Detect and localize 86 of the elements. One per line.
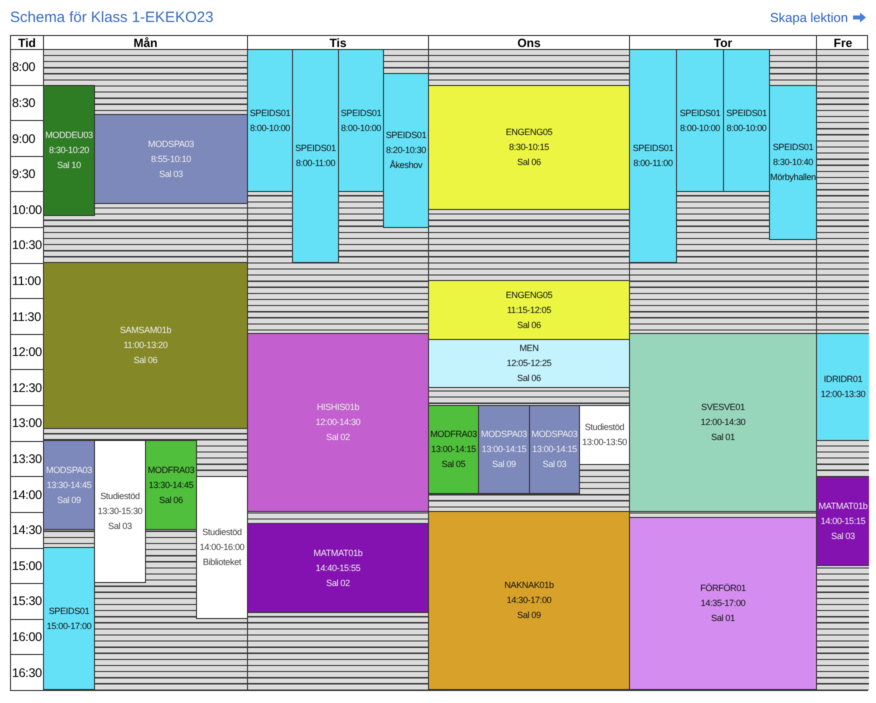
time-range: 8:00-10:00 <box>250 122 290 134</box>
time-range: 8:55-10:10 <box>150 152 192 166</box>
course-code: IDRIDR01 <box>824 373 862 386</box>
column-header: Tid <box>11 36 43 50</box>
time-range: 14:35-17:00 <box>700 597 746 610</box>
course-code: SPEIDS01 <box>726 106 767 120</box>
time-range: 12:05-12:25 <box>506 357 552 370</box>
room-label: Sal 03 <box>542 458 566 471</box>
course-code: Studiestöd <box>100 490 140 503</box>
course-code: MODSPA03 <box>148 138 194 150</box>
room-label: Sal 10 <box>57 159 81 172</box>
course-code: MODSPA03 <box>532 428 578 441</box>
room-label: Sal 01 <box>711 431 735 444</box>
room-label: Sal 06 <box>517 156 541 169</box>
room-label: Sal 03 <box>108 520 132 533</box>
time-range: 13:00-13:50 <box>582 436 627 449</box>
course-code: SPEIDS01 <box>340 106 382 120</box>
time-range: 12:00-13:30 <box>820 388 866 401</box>
room-label: Sal 09 <box>492 458 516 471</box>
room-label: Sal 09 <box>517 609 541 622</box>
time-range: 13:00-14:15 <box>482 443 526 456</box>
course-code: MODFRA03 <box>148 464 194 476</box>
room-label: Sal 06 <box>134 354 158 367</box>
room-label: Sal 05 <box>442 458 466 471</box>
time-range: 13:00-14:15 <box>532 443 577 456</box>
time-range: 14:30-17:00 <box>506 594 552 607</box>
time-range: 14:00-15:15 <box>820 514 866 528</box>
course-code: SPEIDS01 <box>48 604 90 618</box>
course-code: NAKNAK01b <box>504 579 554 592</box>
course-code: Studiestöd <box>584 421 624 434</box>
time-range: 11:00-13:20 <box>123 339 168 352</box>
course-code: SPEIDS01 <box>295 142 336 155</box>
room-label: Sal 01 <box>711 612 735 625</box>
course-code: SPEIDS01 <box>680 106 720 120</box>
time-range: 13:00-14:15 <box>431 443 476 456</box>
time-range: 13:30-14:45 <box>46 478 92 492</box>
course-code: SAMSAM01b <box>120 324 172 337</box>
room-label: Biblioteket <box>202 556 242 569</box>
course-code: ENGENG05 <box>506 288 552 302</box>
course-code: MATMAT01b <box>314 546 362 560</box>
room-label: Sal 03 <box>159 168 183 180</box>
room-label: Sal 02 <box>326 431 350 444</box>
course-code: SPEIDS01 <box>386 129 426 142</box>
room-label: Sal 06 <box>517 372 541 385</box>
course-code: MODSPA03 <box>46 464 92 476</box>
time-range: 8:30-10:40 <box>772 156 814 169</box>
time-range: 12:00-14:30 <box>316 416 360 429</box>
course-code: SPEIDS01 <box>250 106 290 120</box>
course-code: MODDEU03 <box>45 129 93 142</box>
time-range: 8:00-11:00 <box>633 157 673 170</box>
room-label: Åkeshov <box>390 159 422 172</box>
arrow-icon <box>853 12 866 23</box>
time-range: 13:30-14:45 <box>148 478 194 492</box>
time-range: 14:40-15:55 <box>316 562 360 574</box>
room-label: Sal 06 <box>517 318 541 332</box>
course-code: SPEIDS01 <box>632 142 674 155</box>
room-label: Sal 09 <box>57 494 81 506</box>
room-label: Sal 03 <box>831 530 855 542</box>
course-code: MEN <box>519 342 539 355</box>
room-label: Sal 02 <box>326 576 350 590</box>
time-range: 14:00-16:00 <box>200 541 244 554</box>
time-range: 15:00-17:00 <box>46 620 92 632</box>
time-range: 8:30-10:20 <box>48 144 90 157</box>
create-lesson-link[interactable]: Skapa lektion <box>770 10 866 25</box>
time-label: 16:30 <box>11 664 43 682</box>
course-code: MATMAT01b <box>818 500 868 512</box>
room-label: Sal 06 <box>159 494 183 506</box>
course-code: SVESVE01 <box>701 401 745 414</box>
time-range: 8:30-10:15 <box>508 141 550 154</box>
course-code: SPEIDS01 <box>772 141 814 154</box>
course-code: HISHIS01b <box>316 401 360 414</box>
course-code: ENGENG05 <box>506 126 552 139</box>
time-range: 8:00-11:00 <box>296 157 336 170</box>
time-range: 11:15-12:05 <box>506 304 552 316</box>
page-title: Schema för Klass 1-EKEKO23 <box>10 9 214 26</box>
course-code: MODSPA03 <box>481 428 527 441</box>
time-range: 8:00-10:00 <box>680 122 720 134</box>
course-code: Studiestöd <box>202 526 242 539</box>
course-code: FÖRFÖR01 <box>700 582 746 595</box>
room-label: Mörbyhallen <box>770 171 816 184</box>
time-range: 12:00-14:30 <box>700 416 746 429</box>
time-range: 8:00-10:00 <box>340 122 382 134</box>
time-range: 8:20-10:30 <box>386 144 426 157</box>
time-range: 8:00-10:00 <box>726 122 767 134</box>
time-range: 13:30-15:30 <box>98 505 142 518</box>
course-code: MODFRA03 <box>430 428 477 441</box>
